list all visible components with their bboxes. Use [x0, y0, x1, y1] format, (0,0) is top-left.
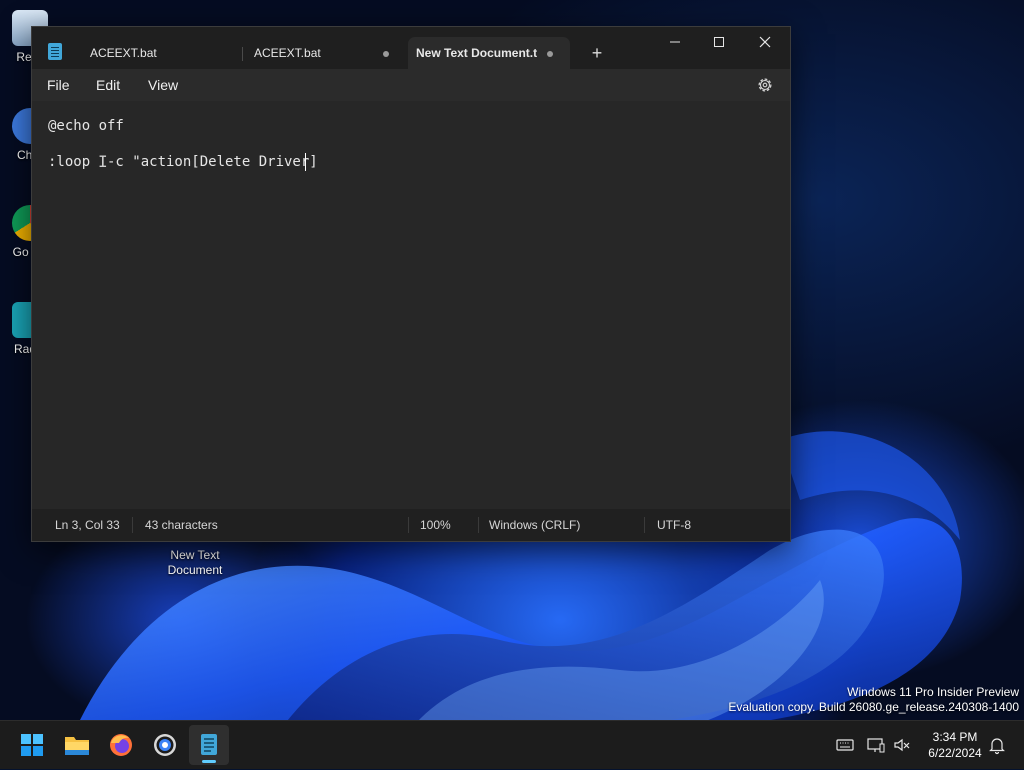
- status-separator: [644, 517, 645, 533]
- taskbar-notepad[interactable]: [189, 725, 229, 765]
- clock-date: 6/22/2024: [928, 746, 982, 760]
- tab-label: New Text Document.t: [416, 46, 538, 60]
- status-zoom[interactable]: 100%: [420, 509, 451, 541]
- taskbar-firefox[interactable]: [101, 725, 141, 765]
- desktop-icon-new-text-document[interactable]: New Text Document: [160, 548, 230, 578]
- active-app-indicator: [202, 760, 216, 763]
- minimize-icon: [670, 41, 680, 43]
- unsaved-dot-icon[interactable]: [383, 51, 389, 57]
- volume-muted-icon[interactable]: [892, 735, 912, 755]
- maximize-button[interactable]: [696, 27, 742, 57]
- desktop-icon-label: New Text Document: [167, 548, 223, 577]
- settings-gear-icon[interactable]: [756, 76, 774, 94]
- notification-bell-icon[interactable]: [987, 735, 1007, 755]
- evaluation-watermark: Windows 11 Pro Insider Preview Evaluatio…: [728, 685, 1019, 715]
- menu-bar: File Edit View: [32, 69, 790, 101]
- tab-new-text-document[interactable]: New Text Document.t: [408, 37, 570, 69]
- notepad-window: ACEEXT.bat ACEEXT.bat New Text Document.…: [31, 26, 791, 542]
- menu-view[interactable]: View: [146, 69, 180, 101]
- unsaved-dot-icon[interactable]: [547, 51, 553, 57]
- text-editor[interactable]: @echo off :loop -c "action[Delete Driver…: [32, 101, 790, 507]
- close-button[interactable]: [742, 27, 788, 57]
- status-line-ending[interactable]: Windows (CRLF): [489, 509, 580, 541]
- maximize-icon: [714, 37, 724, 47]
- status-encoding[interactable]: UTF-8: [657, 509, 691, 541]
- menu-edit[interactable]: Edit: [94, 69, 122, 101]
- network-icon[interactable]: [866, 735, 886, 755]
- notepad-icon: [201, 734, 217, 755]
- taskbar: 3:34 PM 6/22/2024: [0, 720, 1024, 769]
- status-separator: [132, 517, 133, 533]
- status-bar: Ln 3, Col 33 43 characters 100% Windows …: [32, 509, 790, 541]
- close-icon: [759, 36, 771, 48]
- file-explorer-icon: [65, 737, 89, 755]
- minimize-button[interactable]: [652, 27, 698, 57]
- notepad-app-icon: [48, 43, 62, 60]
- tab-separator: [242, 47, 243, 61]
- tab-label: ACEEXT.bat: [90, 46, 157, 60]
- status-separator: [408, 517, 409, 533]
- menu-file[interactable]: File: [45, 69, 72, 101]
- tab-aceext-1[interactable]: ACEEXT.bat: [76, 37, 236, 69]
- text-caret: [305, 153, 306, 171]
- start-button[interactable]: [12, 725, 52, 765]
- mouse-ibeam-cursor-icon: I: [98, 152, 108, 171]
- title-bar[interactable]: ACEEXT.bat ACEEXT.bat New Text Document.…: [32, 27, 790, 69]
- status-cursor-position: Ln 3, Col 33: [55, 518, 120, 532]
- tab-label: ACEEXT.bat: [254, 46, 321, 60]
- new-tab-button[interactable]: +: [587, 37, 607, 69]
- taskbar-chrome[interactable]: [145, 725, 185, 765]
- tab-aceext-2[interactable]: ACEEXT.bat: [244, 37, 408, 69]
- status-character-count: 43 characters: [145, 518, 218, 532]
- taskbar-file-explorer[interactable]: [57, 725, 97, 765]
- editor-line-3: :loop -c "action[Delete Driver]: [48, 154, 318, 170]
- taskbar-clock[interactable]: 3:34 PM 6/22/2024: [918, 729, 992, 761]
- watermark-line-1: Windows 11 Pro Insider Preview: [847, 685, 1019, 699]
- editor-line-1: @echo off: [48, 118, 124, 134]
- keyboard-icon[interactable]: [835, 735, 855, 755]
- start-icon: [21, 734, 43, 756]
- watermark-line-2: Evaluation copy. Build 26080.ge_release.…: [728, 700, 1019, 714]
- status-separator: [478, 517, 479, 533]
- clock-time: 3:34 PM: [932, 730, 978, 744]
- chrome-icon: [154, 734, 176, 756]
- firefox-icon: [110, 734, 132, 756]
